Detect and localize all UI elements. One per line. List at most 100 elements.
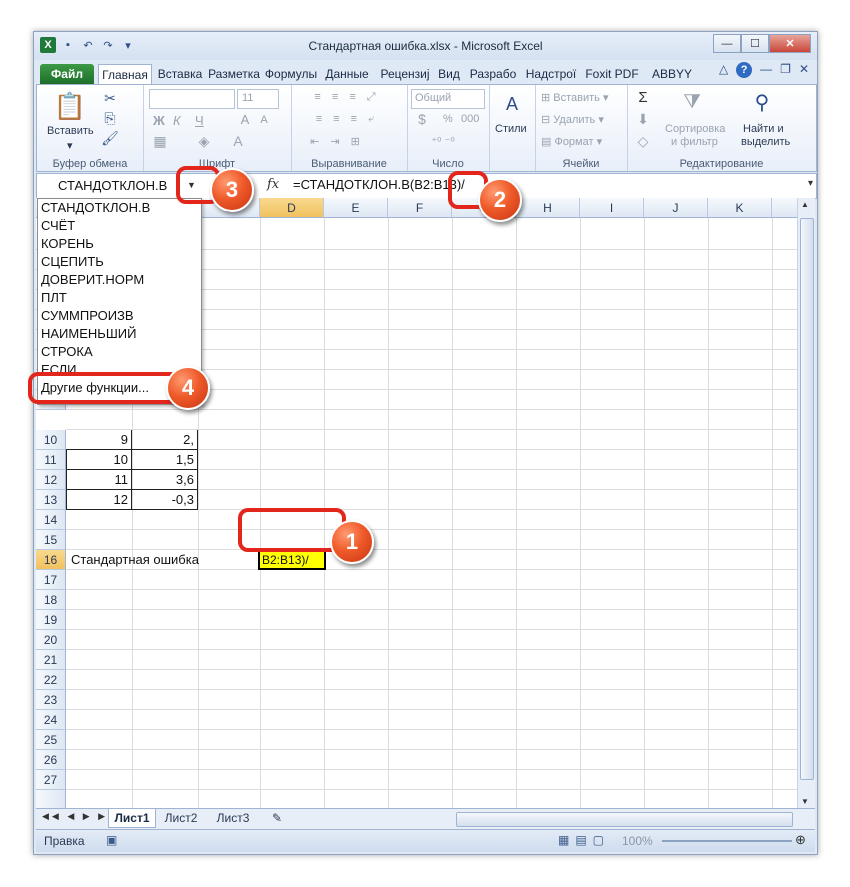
function-item[interactable]: КОРЕНЬ (41, 235, 94, 253)
cell-b12[interactable]: 11 (66, 470, 132, 490)
fill-icon[interactable]: ⬇ (635, 111, 651, 127)
tab-file[interactable]: Файл (40, 64, 94, 84)
row-header-14[interactable]: 14 (36, 510, 66, 530)
cell-b13[interactable]: 12 (66, 490, 132, 510)
font-size-field[interactable]: 11 (237, 89, 279, 109)
function-item[interactable]: СЦЕПИТЬ (41, 253, 104, 271)
function-item[interactable]: НАИМЕНЬШИЙ (41, 325, 136, 343)
column-header-e[interactable]: E (324, 198, 388, 218)
column-header-d[interactable]: D (260, 198, 324, 218)
function-item[interactable]: СЧЁТ (41, 217, 75, 235)
insert-function-icon[interactable]: fx (267, 177, 279, 192)
scroll-down-icon[interactable]: ▼ (801, 797, 809, 806)
zoom-in-icon[interactable]: ⊕ (795, 832, 806, 848)
minimize-ribbon-icon[interactable]: △ (719, 62, 728, 78)
row-header-11[interactable]: 11 (36, 450, 66, 470)
doc-minimize-icon[interactable]: — (760, 62, 772, 78)
insert-cells-button[interactable]: ⊞ Вставить ▾ (541, 91, 609, 104)
horizontal-align-icons[interactable]: ≡ ≡ ≡ ⤶ (297, 111, 397, 127)
find-select-label-2[interactable]: выделить (741, 136, 790, 148)
tab-addins[interactable]: Надстрої (524, 64, 578, 84)
function-item[interactable]: СУММПРОИЗВ (41, 307, 134, 325)
tab-formulas[interactable]: Формулы (264, 64, 318, 84)
close-icon[interactable]: ✕ (769, 34, 811, 53)
tab-page-layout[interactable]: Разметка (208, 64, 260, 84)
row-header-15[interactable]: 15 (36, 530, 66, 550)
zoom-slider[interactable] (662, 840, 792, 842)
cell-b10[interactable]: 9 (66, 430, 132, 450)
active-cell-d16[interactable]: В2:В13)/ (258, 550, 326, 570)
number-format-select[interactable]: Общий (411, 89, 485, 109)
column-header-f[interactable]: F (388, 198, 452, 218)
cell-c11[interactable]: 1,5 (132, 450, 198, 470)
sheet-nav-icons[interactable]: ◀◀ ◀ ▶ ▶▶ (42, 811, 118, 822)
function-item[interactable]: СТРОКА (41, 343, 93, 361)
thousands-button[interactable]: 000 (461, 113, 479, 125)
insert-sheet-icon[interactable]: ✎ (264, 809, 290, 827)
column-header-j[interactable]: J (644, 198, 708, 218)
sort-filter-icon[interactable]: ⧩ (679, 89, 705, 115)
row-header-28[interactable] (36, 790, 66, 808)
row-header-20[interactable]: 20 (36, 630, 66, 650)
row-header-16[interactable]: 16 (36, 550, 66, 570)
clear-icon[interactable]: ◇ (635, 133, 651, 149)
horizontal-scrollbar[interactable] (456, 812, 793, 827)
macro-record-icon[interactable]: ▣ (106, 833, 117, 847)
format-painter-icon[interactable]: 🖌 (101, 129, 119, 147)
row-header-23[interactable]: 23 (36, 690, 66, 710)
autosum-icon[interactable]: Σ (635, 89, 651, 106)
function-item[interactable]: ДОВЕРИТ.НОРМ (41, 271, 144, 289)
paste-icon[interactable]: 📋 (54, 89, 86, 123)
name-box[interactable]: СТАНДОТКЛОН.В (40, 176, 190, 195)
currency-icon[interactable]: $ (413, 111, 431, 127)
copy-icon[interactable]: ⎘ (101, 109, 119, 127)
row-header-10[interactable]: 10 (36, 430, 66, 450)
function-item[interactable]: ПЛТ (41, 289, 67, 307)
doc-close-icon[interactable]: ✕ (799, 62, 809, 78)
cell-c10[interactable]: 2, (132, 430, 198, 450)
cell-a16-label[interactable]: Стандартная ошибка (68, 550, 258, 570)
borders-icon[interactable]: ▦ (151, 133, 169, 149)
bold-button[interactable]: Ж (153, 113, 165, 128)
binoculars-icon[interactable]: ⚲ (749, 89, 775, 115)
row-header-19[interactable]: 19 (36, 610, 66, 630)
column-header-k[interactable]: K (708, 198, 772, 218)
styles-button[interactable]: Стили (495, 123, 527, 135)
tab-insert[interactable]: Вставка (154, 64, 206, 84)
row-header-22[interactable]: 22 (36, 670, 66, 690)
font-color-icon[interactable]: A (229, 133, 247, 149)
column-header-l[interactable] (772, 198, 798, 218)
sheet-tab-3[interactable]: Лист3 (212, 809, 254, 827)
row-header-13[interactable]: 13 (36, 490, 66, 510)
tab-review[interactable]: Рецензиј (376, 64, 434, 84)
tab-foxit-pdf[interactable]: Foxit PDF (582, 64, 642, 84)
sheet-tab-1[interactable]: Лист1 (108, 809, 156, 828)
vertical-scroll-thumb[interactable] (800, 218, 814, 780)
fill-color-icon[interactable]: ◈ (195, 133, 213, 149)
find-select-label-1[interactable]: Найти и (743, 123, 784, 135)
tab-developer[interactable]: Разрабо (466, 64, 520, 84)
column-header-h[interactable]: H (516, 198, 580, 218)
paste-button[interactable]: Вставить (47, 125, 94, 137)
tab-data[interactable]: Данные (322, 64, 372, 84)
view-buttons[interactable]: ▦▤▢ (558, 833, 610, 847)
italic-button[interactable]: К (173, 113, 181, 128)
cut-icon[interactable]: ✂ (101, 89, 119, 107)
function-item[interactable]: СТАНДОТКЛОН.В (41, 199, 150, 217)
row-header-18[interactable]: 18 (36, 590, 66, 610)
vertical-scrollbar[interactable]: ▲ ▼ (797, 198, 815, 808)
percent-button[interactable]: % (443, 113, 453, 125)
formula-input[interactable]: =СТАНДОТКЛОН.В(В2:В13)/ (293, 177, 465, 192)
tab-abbyy-pdf[interactable]: ABBYY PD (644, 64, 700, 101)
styles-icon[interactable]: A (499, 91, 525, 117)
sort-filter-label-2[interactable]: и фильтр (671, 136, 718, 148)
row-header-12[interactable]: 12 (36, 470, 66, 490)
row-header-25[interactable]: 25 (36, 730, 66, 750)
row-header-27[interactable]: 27 (36, 770, 66, 790)
row-header-21[interactable]: 21 (36, 650, 66, 670)
row-header-26[interactable]: 26 (36, 750, 66, 770)
tab-home[interactable]: Главная (98, 64, 152, 85)
vertical-align-icons[interactable]: ≡ ≡ ≡ ⤢ (297, 89, 397, 105)
minimize-icon[interactable]: — (713, 34, 741, 53)
underline-button[interactable]: Ч (195, 113, 204, 128)
